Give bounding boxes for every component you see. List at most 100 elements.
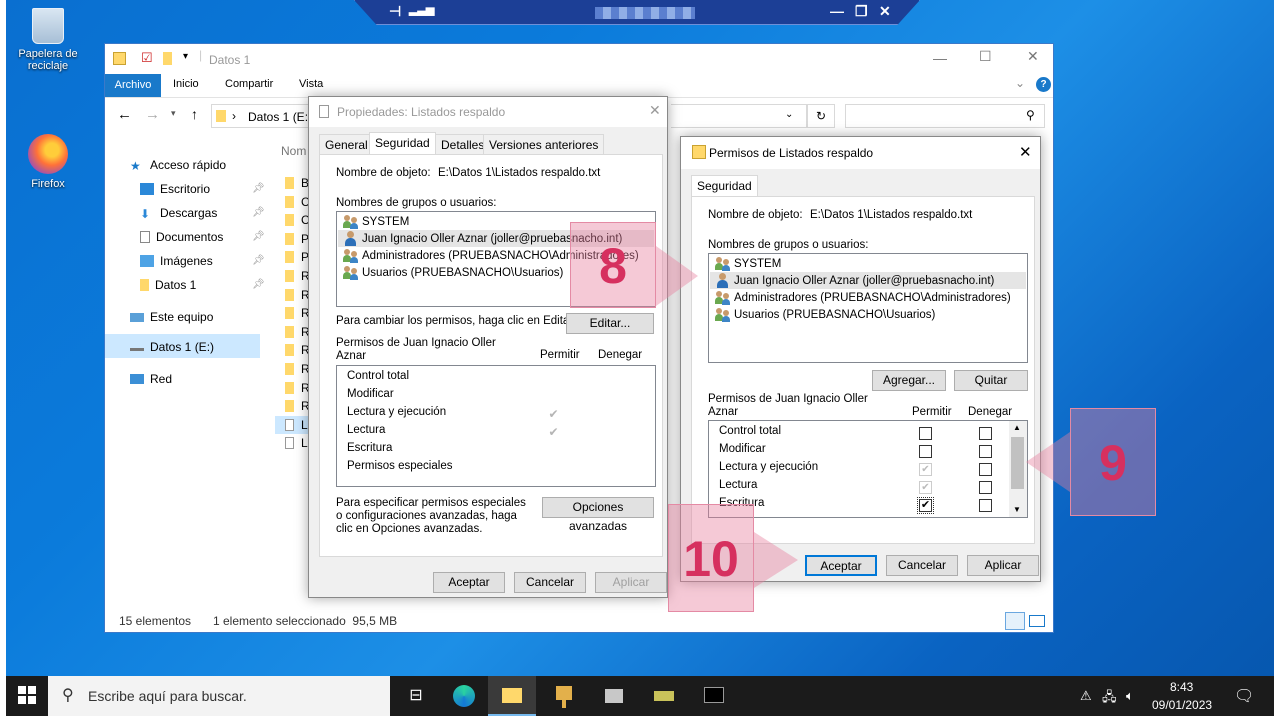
help-icon[interactable]: ? [1036, 77, 1051, 92]
special-hint: Para especificar permisos especiales o c… [336, 497, 526, 535]
nav-datos1[interactable]: Datos 1 [140, 278, 196, 292]
nav-descargas[interactable]: ⬇ Descargas [140, 206, 217, 221]
nav-escritorio[interactable]: Escritorio [140, 182, 210, 196]
details-view-icon[interactable] [1005, 612, 1025, 630]
perms-for-label: Permisos de Juan Ignacio Oller Aznar [336, 337, 496, 362]
recent-locations-icon[interactable]: ▾ [171, 108, 176, 119]
close-icon[interactable]: ✕ [1019, 143, 1032, 161]
tab-vista[interactable]: Vista [299, 78, 323, 90]
nav-imagenes[interactable]: Imágenes [140, 254, 213, 268]
folder-icon [285, 344, 294, 357]
properties-quick-icon[interactable]: ☑ [141, 50, 153, 66]
address-bar-end[interactable]: ⌄ [671, 104, 807, 128]
user-row[interactable]: SYSTEM [715, 256, 781, 271]
file-explorer-taskbar-icon[interactable] [488, 676, 536, 716]
address-bar[interactable]: › Datos 1 (E:) [211, 104, 315, 128]
notifications-icon[interactable]: 🗨︎ [1234, 686, 1254, 706]
allow-checkbox[interactable] [919, 445, 932, 458]
nav-acceso-rapido[interactable]: ★ Acceso rápido [130, 158, 226, 173]
tab-archivo[interactable]: Archivo [105, 74, 161, 97]
deny-checkbox[interactable] [979, 499, 992, 512]
scroll-up-icon[interactable]: ▲ [1013, 423, 1021, 432]
task-view-icon[interactable]: ⊟ [392, 676, 440, 716]
properties-titlebar: Propiedades: Listados respaldo ✕ [309, 97, 667, 127]
network-icon[interactable]: 🖧︎ [1102, 688, 1117, 710]
firefox-shortcut[interactable]: Firefox [8, 134, 88, 190]
perms-users-list[interactable]: SYSTEM Juan Ignacio Oller Aznar (joller@p… [708, 253, 1028, 363]
scroll-thumb[interactable] [1011, 437, 1024, 489]
volume-icon[interactable]: 🔈︎ [1126, 688, 1134, 704]
add-button[interactable]: Agregar... [872, 370, 946, 391]
address-dropdown-icon[interactable]: ⌄ [785, 109, 793, 120]
start-button[interactable] [18, 686, 36, 704]
tab-seguridad[interactable]: Seguridad [369, 132, 436, 154]
scroll-down-icon[interactable]: ▼ [1013, 505, 1021, 514]
props-cancel-button[interactable]: Cancelar [514, 572, 586, 593]
allow-checkbox[interactable]: ✔ [919, 463, 932, 476]
permission-label: Escritura [347, 442, 393, 454]
taskbar-search-box[interactable]: ⚲ Escribe aquí para buscar. [48, 676, 390, 716]
user-row[interactable]: Usuarios (PRUEBASNACHO\Usuarios) [715, 307, 935, 322]
deny-checkbox[interactable] [979, 427, 992, 440]
user-row[interactable]: Juan Ignacio Oller Aznar (joller@pruebas… [715, 273, 994, 288]
large-icons-view-icon[interactable] [1029, 615, 1045, 627]
allow-checkbox[interactable]: ✔ [917, 497, 934, 514]
tab-versiones[interactable]: Versiones anteriores [483, 134, 605, 154]
close-button[interactable]: ✕ [1027, 48, 1039, 65]
clock-time[interactable]: 8:43 [1170, 680, 1193, 694]
maximize-button[interactable]: ☐ [979, 48, 992, 65]
tab-general[interactable]: General [319, 134, 374, 154]
search-box[interactable]: ⚲ [845, 104, 1045, 128]
forward-icon[interactable]: → [145, 106, 160, 123]
perms-apply-button[interactable]: Aplicar [967, 555, 1039, 576]
pin-icon[interactable]: ⊣ [389, 3, 401, 20]
restore-icon[interactable]: ❐ [855, 3, 868, 20]
clock-date[interactable]: 09/01/2023 [1152, 698, 1212, 712]
remove-button[interactable]: Quitar [954, 370, 1028, 391]
tab-inicio[interactable]: Inicio [173, 78, 199, 90]
close-icon[interactable]: ✕ [879, 3, 891, 20]
deny-checkbox[interactable] [979, 463, 992, 476]
storage-app-icon[interactable] [640, 676, 688, 716]
expand-ribbon-icon[interactable]: ⌄ [1015, 76, 1025, 90]
nav-este-equipo[interactable]: Este equipo [130, 310, 213, 324]
scrollbar[interactable]: ▲ ▼ [1009, 421, 1027, 517]
terminal-icon[interactable] [690, 676, 738, 716]
minimize-button[interactable]: — [933, 50, 947, 66]
props-apply-button[interactable]: Aplicar [595, 572, 667, 593]
user-row[interactable]: Usuarios (PRUEBASNACHO\Usuarios) [343, 265, 563, 280]
allow-checkbox[interactable]: ✔ [919, 481, 932, 494]
user-row[interactable]: Administradores (PRUEBASNACHO\Administra… [715, 290, 1011, 305]
edge-icon[interactable] [440, 676, 488, 716]
nav-documentos[interactable]: Documentos [140, 230, 223, 244]
props-ok-button[interactable]: Aceptar [433, 572, 505, 593]
deny-checkbox[interactable] [979, 481, 992, 494]
folder-icon [285, 232, 294, 245]
new-folder-quick-icon[interactable] [163, 52, 172, 65]
tab-compartir[interactable]: Compartir [225, 78, 273, 90]
minimize-icon[interactable]: — [830, 3, 844, 19]
edit-button[interactable]: Editar... [566, 313, 654, 334]
deny-checkbox[interactable] [979, 445, 992, 458]
refresh-icon[interactable]: ↻ [807, 104, 835, 128]
nav-red[interactable]: Red [130, 372, 172, 386]
recycle-bin-shortcut[interactable]: Papelera de reciclaje [8, 8, 88, 72]
alert-icon[interactable]: ⚠ [1080, 688, 1092, 704]
back-icon[interactable]: ← [117, 106, 132, 123]
customize-quick-access-icon[interactable]: ▾ [183, 51, 188, 62]
up-icon[interactable]: ↑ [191, 106, 198, 122]
perms-cancel-button[interactable]: Cancelar [886, 555, 958, 576]
close-icon[interactable]: ✕ [649, 102, 661, 119]
network-app-icon[interactable] [540, 676, 588, 716]
perms-ok-button[interactable]: Aceptar [805, 555, 877, 576]
server-app-icon[interactable] [590, 676, 638, 716]
navigation-pane: ★ Acceso rápido Escritorio ⬇ Descargas Doc… [105, 134, 265, 610]
permission-label: Modificar [347, 388, 394, 400]
column-header-name[interactable]: Nom [281, 144, 306, 158]
advanced-button[interactable]: Opciones avanzadas [542, 497, 654, 533]
user-row[interactable]: SYSTEM [343, 214, 409, 229]
allow-checkbox[interactable] [919, 427, 932, 440]
nav-datos1-e[interactable]: Datos 1 (E:) [130, 340, 214, 354]
taskbar: ⚲ Escribe aquí para buscar. ⊟ ⚠ 🖧︎ 🔈︎ 8:… [6, 676, 1274, 716]
tab-seguridad[interactable]: Seguridad [691, 175, 758, 197]
